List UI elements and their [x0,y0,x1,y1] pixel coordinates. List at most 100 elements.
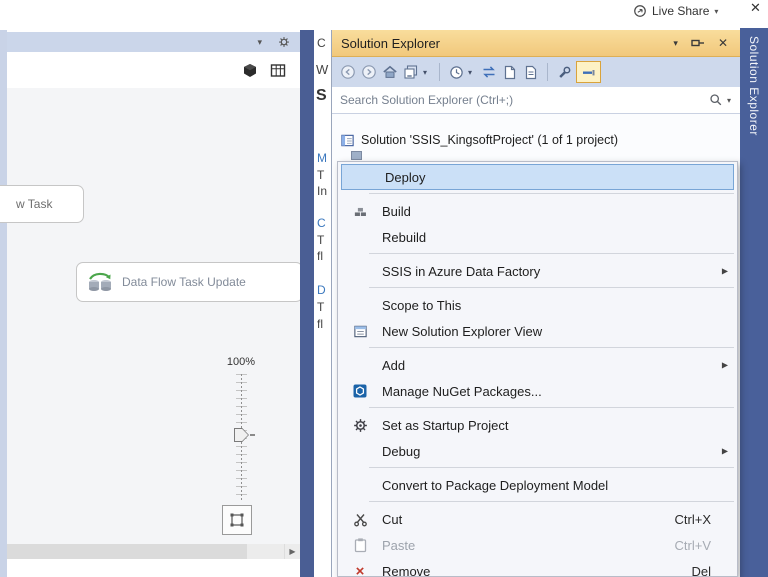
build-icon [338,204,382,219]
fit-to-window-button[interactable] [222,505,252,535]
doc-fragment: fl [317,249,323,263]
clipboard-icon [338,537,382,553]
dataflow-task-box-partial[interactable]: w Task [0,185,84,223]
auto-hide-pin-icon[interactable] [691,37,705,49]
tree-node-solution[interactable]: Solution 'SSIS_KingsoftProject' (1 of 1 … [340,130,618,150]
autohide-tab-solution-explorer[interactable]: Solution Explorer [747,36,761,136]
menu-item-rebuild[interactable]: Rebuild [338,224,737,250]
collapse-all-icon [404,65,418,79]
menu-item-build[interactable]: Build [338,198,737,224]
menu-item-debug[interactable]: Debug ▶ [338,438,737,464]
pending-changes-filter-button[interactable] [447,61,465,83]
remove-x-icon: × [355,562,365,577]
chevron-down-icon[interactable]: ▾ [423,68,432,77]
back-icon [341,65,355,79]
search-input[interactable] [332,92,709,108]
design-surface[interactable] [7,88,300,544]
menu-item-label: SSIS in Azure Data Factory [382,263,541,279]
search-icon[interactable] [709,93,723,107]
live-share-label: Live Share [652,4,710,18]
scissors-icon [338,512,382,527]
solution-explorer-toolbar: ▾ ▾ [332,57,740,87]
menu-separator [369,467,734,468]
menu-item-manage-nuget-packages[interactable]: Manage NuGet Packages... [338,378,737,404]
chevron-down-icon[interactable]: ▾ [257,37,262,48]
menu-item-label: Build [382,203,411,219]
chevron-down-icon[interactable]: ▾ [468,68,477,77]
dataflow-task-update-box[interactable]: Data Flow Task Update [76,262,300,302]
menu-separator [369,501,734,502]
live-share-icon [634,5,646,17]
doc-fragment: C [317,36,326,50]
doc-fragment: T [317,168,325,182]
menu-item-ssis-in-azure-data-factory[interactable]: SSIS in Azure Data Factory ▶ [338,258,737,284]
environment-strip [300,30,314,577]
zoom-slider[interactable] [233,374,255,502]
package-designer-pane: ▾ w Task Data Flow Task Update 100% ▶ [0,30,300,577]
live-share-button[interactable]: Live Share ▾ [633,1,718,21]
background-document-strip: C W S M T In C T fl D T fl [314,30,331,577]
menu-item-new-solution-explorer-view[interactable]: New Solution Explorer View [338,318,737,344]
project-properties-button[interactable] [555,61,573,83]
toolbar-separator [439,63,440,81]
forward-button[interactable] [360,61,378,83]
preview-dash-icon [583,69,595,75]
scrollbar-arrow-right[interactable]: ▶ [284,544,300,559]
zoom-level-label: 100% [226,356,256,368]
menu-item-label: Paste [382,537,416,553]
package-cube-icon[interactable] [242,63,258,78]
grid-view-icon[interactable] [270,63,286,78]
solution-explorer-titlebar[interactable]: Solution Explorer ▾ ✕ [332,30,740,57]
menu-separator [369,407,734,408]
doc-fragment: T [317,300,325,314]
scrollbar-thumb[interactable] [7,544,247,559]
menu-item-label: Deploy [385,169,426,185]
menu-item-label: Rebuild [382,229,427,245]
solution-explorer-search: ▾ [332,87,740,114]
close-icon[interactable]: ✕ [750,0,761,16]
horizontal-scrollbar[interactable]: ▶ [7,544,300,559]
properties-button[interactable] [522,61,540,83]
menu-item-label: Convert to Package Deployment Model [382,477,609,493]
zoom-slider-mark [250,434,255,436]
window-position-chevron-icon[interactable]: ▾ [673,38,678,49]
solution-icon [341,134,354,146]
menu-item-remove[interactable]: × Remove Del [338,558,737,577]
menu-item-label: Remove [382,563,431,577]
autohide-tab-strip: Solution Explorer [740,28,768,577]
chevron-down-icon[interactable]: ▾ [727,96,731,105]
menu-item-label: Cut [382,511,403,527]
doc-fragment: S [316,87,327,104]
gear-icon[interactable] [278,36,290,48]
menu-separator [369,347,734,348]
close-icon[interactable]: ✕ [718,36,728,50]
window-titlebar: Live Share ▾ ✕ [0,0,768,30]
menu-separator [369,287,734,288]
menu-item-cut[interactable]: Cut Ctrl+X [338,506,737,532]
submenu-arrow-icon: ▶ [721,266,728,276]
nuget-icon [338,384,382,398]
menu-item-add[interactable]: Add ▶ [338,352,737,378]
menu-separator [369,193,734,194]
preview-selected-items-toggle[interactable] [576,61,601,83]
task-label: w Task [16,197,53,211]
menu-item-convert-to-package-deployment-model[interactable]: Convert to Package Deployment Model [338,472,737,498]
menu-item-set-as-startup-project[interactable]: Set as Startup Project [338,412,737,438]
back-button[interactable] [339,61,357,83]
show-all-files-button[interactable] [501,61,519,83]
new-view-icon [338,324,382,339]
task-label: Data Flow Task Update [122,275,246,289]
menu-shortcut: Del [691,563,711,577]
menu-item-scope-to-this[interactable]: Scope to This [338,292,737,318]
sync-with-active-document-button[interactable] [480,61,498,83]
submenu-arrow-icon: ▶ [721,446,728,456]
menu-item-paste[interactable]: Paste Ctrl+V [338,532,737,558]
fit-selection-icon [230,513,244,527]
window-edge [0,30,7,577]
submenu-arrow-icon: ▶ [721,360,728,370]
home-button[interactable] [381,61,399,83]
menu-item-deploy[interactable]: Deploy [341,164,734,190]
chevron-down-icon: ▾ [714,6,719,16]
collapse-all-button[interactable] [402,61,420,83]
menu-item-label: Add [382,357,406,373]
